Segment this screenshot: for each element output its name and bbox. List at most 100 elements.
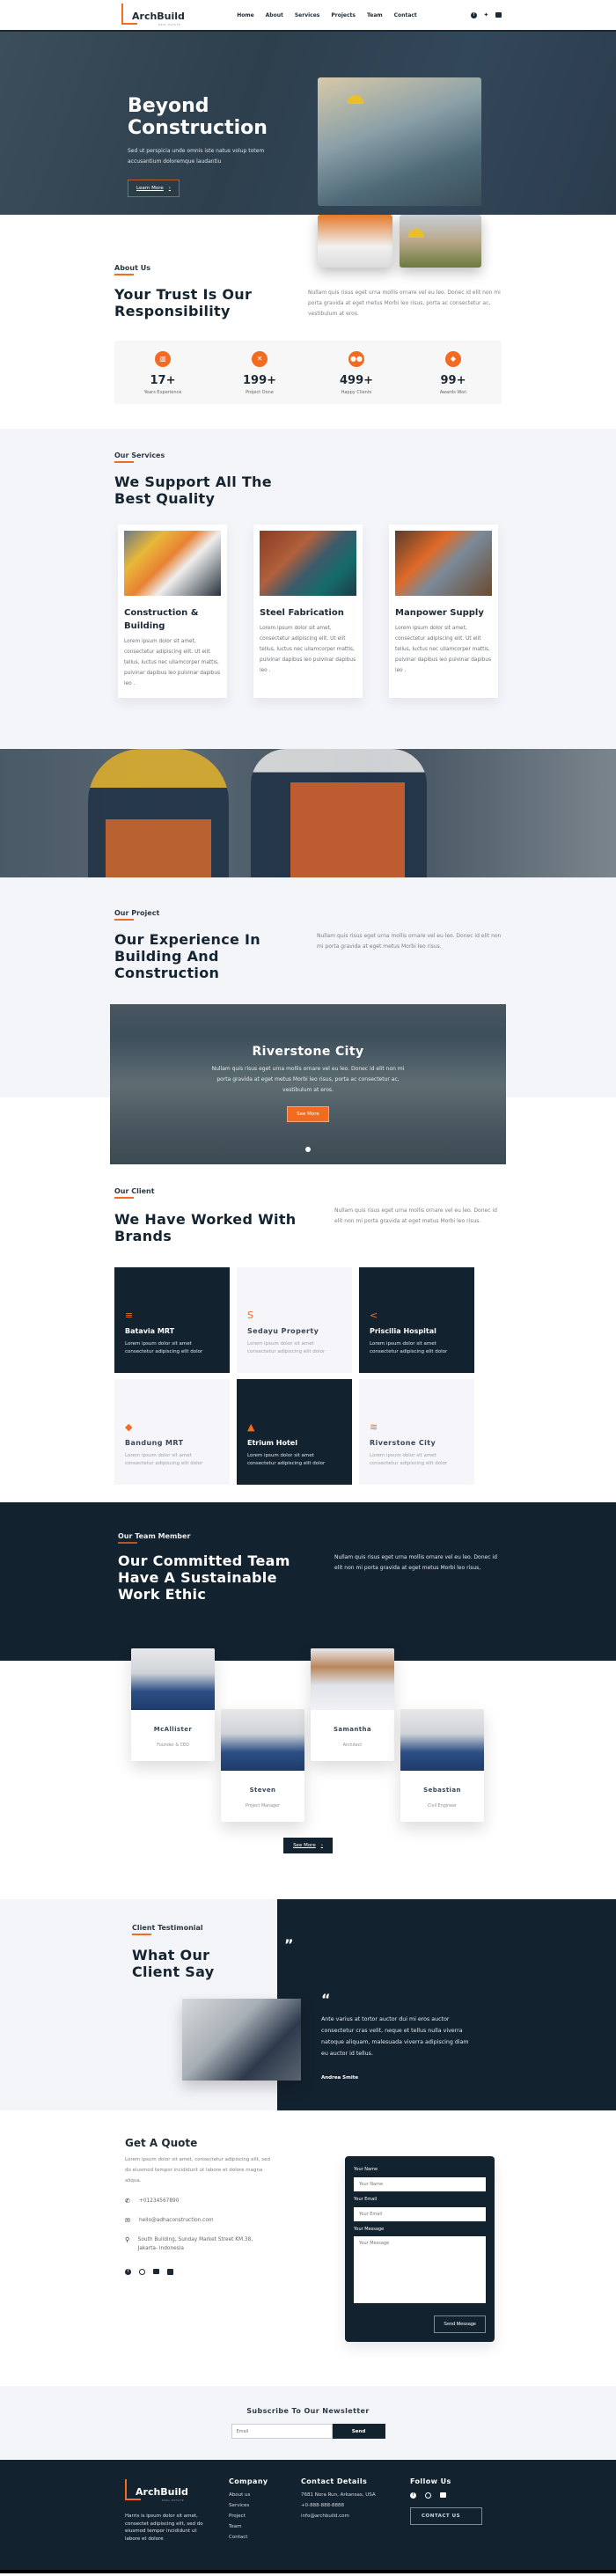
learn-more-button[interactable]: Learn More › — [128, 180, 180, 197]
projects-section: Our Project Our Experience In Building A… — [0, 877, 616, 1164]
menu-lines-icon: ≡ — [125, 1310, 134, 1321]
team-member-card[interactable]: McAllister Founder & CEO — [131, 1648, 215, 1761]
email-link[interactable]: hello@adhaconstruction.com — [139, 2216, 214, 2225]
name-input[interactable] — [354, 2177, 486, 2191]
testimonial-author: Andrea Smite — [321, 2075, 359, 2081]
s-logo-icon: S — [247, 1310, 253, 1321]
team-see-more-button[interactable]: See More › — [283, 1838, 333, 1853]
newsletter-title: Subscribe To Our Newsletter — [246, 2407, 370, 2415]
slider-dot[interactable] — [305, 1147, 311, 1152]
stat-item: ▥ 17+ Years Experience — [128, 351, 198, 395]
nav-about[interactable]: About — [266, 12, 283, 18]
member-name: Steven — [249, 1787, 276, 1794]
about-title: Your Trust Is Our Responsibility — [114, 286, 253, 319]
brand-text: Lorem ipsum dolor sit amet consectetur a… — [247, 1341, 326, 1354]
service-card[interactable]: Construction & Building Lorem ipsum dolo… — [118, 525, 227, 698]
services-eyebrow: Our Services — [114, 451, 165, 463]
footer-phone[interactable]: +0-888-888-8888 — [301, 2503, 410, 2508]
linkedin-icon[interactable] — [167, 2269, 173, 2275]
facebook-icon[interactable]: f — [470, 11, 477, 18]
contact-address: ⚲ South Building, Sunday Market Street K… — [125, 2235, 273, 2253]
nav-services[interactable]: Services — [295, 12, 320, 18]
stat-item: ●● 499+ Happy Clients — [321, 351, 392, 395]
twitter-icon[interactable]: ✦ — [483, 11, 489, 18]
nav-projects[interactable]: Projects — [331, 12, 356, 18]
quote-social: f — [125, 2269, 273, 2275]
name-label: Your Name — [354, 2167, 378, 2172]
stat-item: ✕ 199+ Project Done — [224, 351, 295, 395]
footer-link-services[interactable]: Services — [229, 2503, 301, 2508]
instagram-icon[interactable] — [425, 2492, 431, 2499]
email-input[interactable] — [354, 2207, 486, 2221]
logo-tagline: REAL ESTATE — [162, 2499, 185, 2502]
stat-label: Awards Won — [439, 390, 467, 395]
contact-us-button[interactable]: CONTACT US — [410, 2507, 482, 2525]
newsletter-email-input[interactable] — [231, 2424, 333, 2439]
hero-subtitle: Sed ut perspicia unde omnis iste natus v… — [128, 148, 265, 165]
youtube-icon[interactable] — [440, 2492, 446, 2498]
team-member-card[interactable]: Sebastian Civil Engineer — [400, 1709, 484, 1822]
facebook-icon[interactable]: f — [125, 2269, 131, 2275]
site-header: ArchBuild REAL ESTATE Home About Service… — [0, 0, 616, 32]
email-label: Your Email — [354, 2197, 378, 2202]
brand-card[interactable]: ≋ Riverstone City Lorem ipsum dolor sit … — [359, 1379, 474, 1485]
brand-card[interactable]: ▲ Etrium Hotel Lorem ipsum dolor sit ame… — [237, 1379, 352, 1485]
service-image — [124, 531, 221, 596]
nav-team[interactable]: Team — [367, 12, 383, 18]
message-textarea[interactable] — [354, 2236, 486, 2303]
stat-value: 199+ — [242, 374, 277, 387]
project-slider[interactable]: Riverstone City Nullam quis risus eget u… — [110, 1004, 506, 1164]
footer-link-about[interactable]: About us — [229, 2492, 301, 2498]
brand-name: Riverstone City — [370, 1439, 436, 1447]
send-message-button[interactable]: Send Message — [434, 2315, 486, 2333]
footer-address: 7681 Nora Run, Arkansas, USA — [301, 2492, 376, 2498]
quote-title: Get A Quote — [125, 2137, 198, 2149]
brand-text: Lorem ipsum dolor sit amet consectetur a… — [247, 1453, 326, 1466]
brand-name: Priscilia Hospital — [370, 1327, 436, 1335]
brand-card[interactable]: S Sedayu Property Lorem ipsum dolor sit … — [237, 1267, 352, 1373]
layers-icon: ≋ — [370, 1421, 378, 1433]
youtube-icon[interactable] — [495, 11, 502, 18]
facebook-icon[interactable]: f — [410, 2492, 416, 2499]
brand-card[interactable]: ≡ Batavia MRT Lorem ipsum dolor sit amet… — [114, 1267, 230, 1373]
stat-item: ◆ 99+ Awards Won — [418, 351, 488, 395]
map-pin-icon: ⚲ — [125, 2236, 130, 2243]
service-card[interactable]: Manpower Supply Lorem ipsum dolor sit am… — [389, 525, 498, 698]
stat-value: 99+ — [440, 374, 466, 387]
footer-follow-title: Follow Us — [410, 2477, 451, 2485]
service-title: Steel Fabrication — [260, 608, 344, 618]
footer-link-contact[interactable]: Contact — [229, 2535, 301, 2540]
phone-text: +01234567890 — [139, 2198, 180, 2204]
logo[interactable]: ArchBuild REAL ESTATE — [121, 2, 185, 28]
quote-form: Your Name Your Email Your Message Send M… — [345, 2156, 495, 2342]
footer-link-project[interactable]: Project — [229, 2514, 301, 2519]
youtube-icon[interactable] — [153, 2269, 159, 2274]
service-card[interactable]: Steel Fabrication Lorem ipsum dolor sit … — [253, 525, 363, 698]
instagram-icon[interactable] — [139, 2269, 145, 2275]
brand-card[interactable]: ◆ Bandung MRT Lorem ipsum dolor sit amet… — [114, 1379, 230, 1485]
service-text: Lorem ipsum dolor sit amet, consectetur … — [260, 626, 356, 673]
footer-email[interactable]: info@archbuild.com — [301, 2514, 410, 2519]
member-role: Founder & CEO — [157, 1743, 189, 1748]
brand-card[interactable]: < Priscilia Hospital Lorem ipsum dolor s… — [359, 1267, 474, 1373]
testimonial-eyebrow: Client Testimonial — [132, 1924, 203, 1935]
newsletter-send-button[interactable]: Send — [332, 2424, 385, 2439]
nav-contact[interactable]: Contact — [394, 12, 417, 18]
footer-link-team[interactable]: Team — [229, 2524, 301, 2529]
member-photo — [131, 1648, 215, 1710]
footer-logo[interactable]: ArchBuild REAL ESTATE — [125, 2477, 188, 2502]
nav-home[interactable]: Home — [237, 12, 253, 18]
team-member-card[interactable]: Samantha Architect — [311, 1648, 394, 1761]
tools-icon: ✕ — [252, 351, 268, 367]
service-title: Manpower Supply — [395, 608, 484, 618]
safety-vest — [106, 819, 211, 877]
about-section: About Us Your Trust Is Our Responsibilit… — [0, 215, 616, 429]
logo-text: ArchBuild — [136, 2486, 188, 2498]
team-member-card[interactable]: Steven Project Manager — [221, 1709, 304, 1822]
see-more-button[interactable]: See More — [287, 1106, 329, 1122]
brand-name: Etrium Hotel — [247, 1439, 297, 1447]
quote-open-icon: “ — [321, 1991, 331, 2007]
clients-eyebrow: Our Client — [114, 1187, 155, 1199]
mountain-logo-icon: ▲ — [247, 1421, 255, 1433]
handshake-photo — [182, 1999, 301, 2081]
